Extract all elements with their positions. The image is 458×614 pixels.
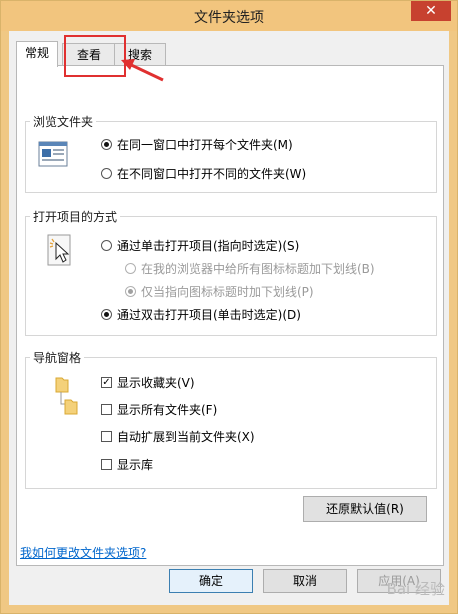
show-favorites-label[interactable]: 显示收藏夹(V) xyxy=(117,374,195,391)
red-arrow-icon xyxy=(121,59,164,82)
underline-hover-option: 仅当指向图标标题时加下划线(P) xyxy=(125,283,314,300)
navigation-pane-title: 导航窗格 xyxy=(30,349,85,366)
watermark-logo: Bai 经验 xyxy=(386,580,445,598)
show-favorites-checkbox[interactable]: ✓ xyxy=(101,377,112,388)
double-click-option[interactable]: 通过双击打开项目(单击时选定)(D) xyxy=(101,306,301,323)
folder-tree-icon xyxy=(54,374,80,421)
browse-same-window-option[interactable]: 在同一窗口中打开每个文件夹(M) xyxy=(101,136,293,153)
browse-same-window-label[interactable]: 在同一窗口中打开每个文件夹(M) xyxy=(117,136,293,153)
cancel-button[interactable]: 取消 xyxy=(263,569,347,593)
auto-expand-checkbox[interactable] xyxy=(101,431,112,442)
cursor-click-icon xyxy=(46,233,74,272)
underline-always-option: 在我的浏览器中给所有图标标题加下划线(B) xyxy=(125,260,375,277)
show-libraries-checkbox[interactable] xyxy=(101,459,112,470)
browse-same-window-radio[interactable] xyxy=(101,139,112,150)
show-favorites-option[interactable]: ✓ 显示收藏夹(V) xyxy=(101,374,195,391)
browse-new-window-radio[interactable] xyxy=(101,168,112,179)
close-icon[interactable]: ✕ xyxy=(425,3,437,19)
general-panel: 浏览文件夹 在同一窗口中打开每个文件夹(M) 在不同窗口中打开不同的文件夹(W)… xyxy=(16,65,444,566)
auto-expand-label[interactable]: 自动扩展到当前文件夹(X) xyxy=(117,428,255,445)
highlight-box xyxy=(64,35,126,77)
window-title: 文件夹选项 xyxy=(194,10,264,26)
show-all-folders-checkbox[interactable] xyxy=(101,404,112,415)
show-libraries-option[interactable]: 显示库 xyxy=(101,456,153,473)
restore-defaults-button[interactable]: 还原默认值(R) xyxy=(303,496,427,522)
browse-new-window-label[interactable]: 在不同窗口中打开不同的文件夹(W) xyxy=(117,165,306,182)
click-items-title: 打开项目的方式 xyxy=(30,208,121,225)
underline-hover-radio xyxy=(125,286,136,297)
ok-button[interactable]: 确定 xyxy=(169,569,253,593)
show-all-folders-option[interactable]: 显示所有文件夹(F) xyxy=(101,401,217,418)
underline-always-label: 在我的浏览器中给所有图标标题加下划线(B) xyxy=(141,262,375,276)
show-all-folders-label[interactable]: 显示所有文件夹(F) xyxy=(117,401,217,418)
browse-window-icon xyxy=(38,141,68,170)
title-bar[interactable]: 文件夹选项 ✕ xyxy=(1,1,457,31)
browse-new-window-option[interactable]: 在不同窗口中打开不同的文件夹(W) xyxy=(101,165,306,182)
double-click-radio[interactable] xyxy=(101,309,112,320)
click-items-group: 打开项目的方式 通过单击打开项目(指向时选定)(S) 在我的浏览器中给所有图标标… xyxy=(25,208,437,336)
underline-always-radio xyxy=(125,263,136,274)
folder-options-window: 文件夹选项 ✕ 常规 查看 搜索 浏览文件夹 在同一窗口中打开每个文件夹(M) … xyxy=(0,0,458,614)
single-click-label[interactable]: 通过单击打开项目(指向时选定)(S) xyxy=(117,237,299,254)
tab-general[interactable]: 常规 xyxy=(16,41,58,67)
auto-expand-option[interactable]: 自动扩展到当前文件夹(X) xyxy=(101,428,255,445)
navigation-pane-group: 导航窗格 ✓ 显示收藏夹(V) 显示所有文件夹(F) 自动扩展到当前文件夹(X)… xyxy=(25,349,437,489)
browse-folders-group: 浏览文件夹 在同一窗口中打开每个文件夹(M) 在不同窗口中打开不同的文件夹(W) xyxy=(25,113,437,193)
double-click-label[interactable]: 通过双击打开项目(单击时选定)(D) xyxy=(117,306,301,323)
dialog-body: 常规 查看 搜索 浏览文件夹 在同一窗口中打开每个文件夹(M) 在不同窗口中打开… xyxy=(9,31,449,605)
show-libraries-label[interactable]: 显示库 xyxy=(117,456,153,473)
single-click-option[interactable]: 通过单击打开项目(指向时选定)(S) xyxy=(101,237,299,254)
help-link[interactable]: 我如何更改文件夹选项? xyxy=(20,544,146,561)
browse-folders-title: 浏览文件夹 xyxy=(30,113,97,130)
close-button[interactable]: ✕ xyxy=(411,1,451,21)
single-click-radio[interactable] xyxy=(101,240,112,251)
underline-hover-label: 仅当指向图标标题时加下划线(P) xyxy=(141,285,314,299)
